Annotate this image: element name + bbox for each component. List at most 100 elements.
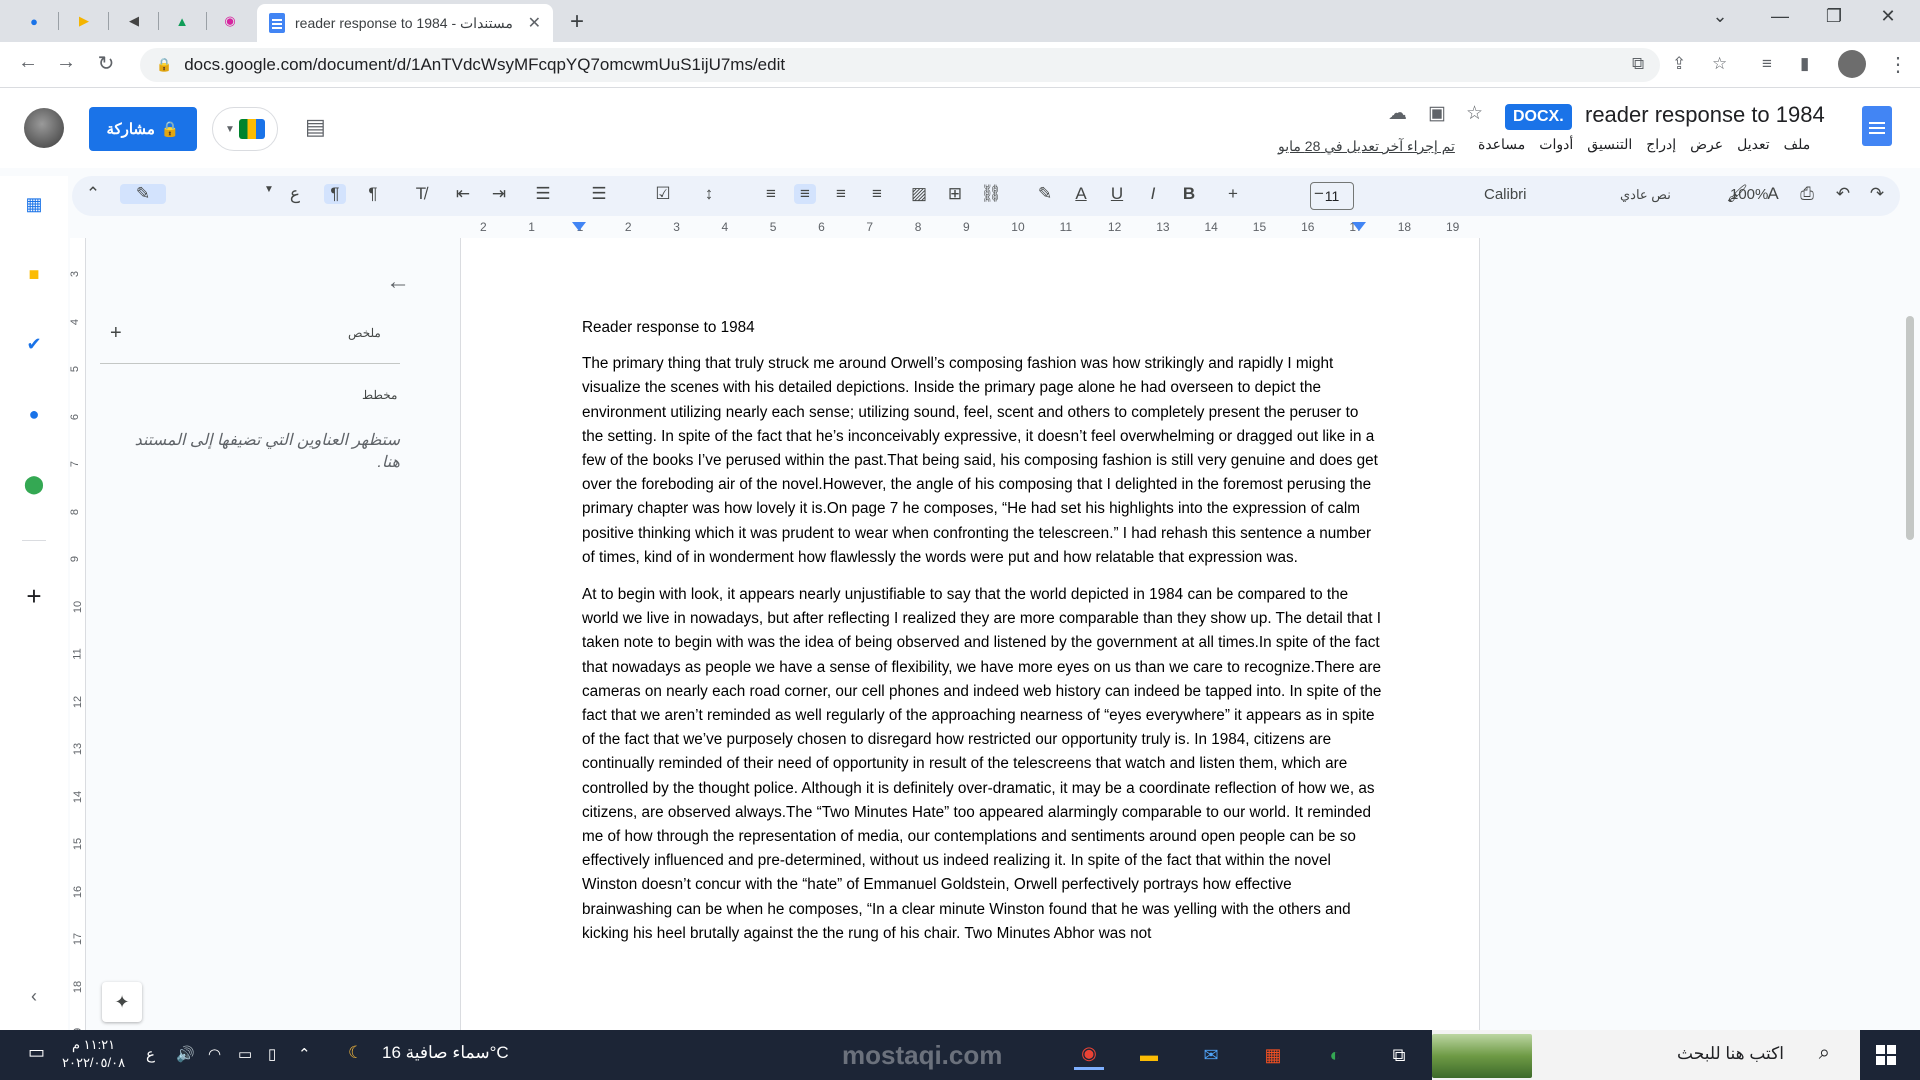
explore-icon[interactable]: ✦ [102, 982, 142, 1022]
google-docs-logo-icon[interactable] [1862, 106, 1892, 146]
microsoft-store-icon[interactable]: ▦ [1258, 1040, 1288, 1070]
volume-icon[interactable]: 🔊 [176, 1045, 195, 1063]
menu-file[interactable]: ملف [1784, 136, 1811, 153]
new-tab-button[interactable]: + [570, 8, 584, 36]
last-edit-link[interactable]: تم إجراء آخر تعديل في 28 مايو [1278, 138, 1455, 155]
contacts-icon[interactable]: ● [20, 400, 48, 428]
rtl-paragraph-icon[interactable]: ¶ [324, 184, 346, 204]
input-tools-icon[interactable]: ع [284, 184, 306, 204]
chevron-down-icon[interactable]: ▼ [258, 184, 280, 195]
vertical-scrollbar[interactable] [1906, 316, 1914, 540]
menu-view[interactable]: عرض [1690, 136, 1723, 153]
tab-search-icon[interactable]: ⌄ [1700, 6, 1740, 27]
chrome-extension-icon[interactable]: ● [22, 9, 46, 33]
battery-icon[interactable]: ▭ [238, 1045, 252, 1063]
meet-button[interactable]: ▼ [212, 107, 278, 151]
edge-icon[interactable]: ◐ [1320, 1040, 1350, 1070]
editing-mode-icon[interactable]: ✎ [120, 184, 166, 204]
browser-menu-icon[interactable]: ⋮ [1888, 52, 1908, 77]
forward-icon[interactable]: → [52, 51, 80, 74]
document-body[interactable]: Reader response to 1984 The primary thin… [582, 316, 1382, 959]
tray-expand-icon[interactable]: ⌃ [298, 1045, 311, 1063]
menu-edit[interactable]: تعديل [1737, 136, 1770, 153]
active-tab[interactable]: reader response to 1984 - مستندات ✕ [257, 4, 553, 42]
minimize-button[interactable]: — [1760, 6, 1800, 27]
insert-link-icon[interactable]: ⛓ [980, 184, 1002, 204]
italic-icon[interactable]: I [1142, 184, 1164, 204]
back-icon[interactable]: ← [14, 51, 42, 74]
lock-icon[interactable]: 🔒 [156, 57, 172, 73]
close-window-button[interactable]: ✕ [1868, 6, 1908, 27]
keyboard-language-indicator[interactable]: ع [146, 1045, 155, 1063]
spellcheck-icon[interactable]: A [1762, 184, 1784, 204]
device-icon[interactable]: ▯ [268, 1045, 276, 1063]
redo-icon[interactable]: ↷ [1866, 184, 1888, 204]
insert-image-icon[interactable]: ▨ [908, 184, 930, 204]
paint-format-icon[interactable]: 🖌 [1726, 184, 1748, 204]
undo-icon[interactable]: ↶ [1832, 184, 1854, 204]
menu-format[interactable]: التنسيق [1587, 136, 1632, 153]
paragraph[interactable]: At to begin with look, it appears nearly… [582, 583, 1382, 946]
numbered-list-icon[interactable]: ☰ [532, 184, 554, 204]
text-color-icon[interactable]: A [1070, 184, 1092, 204]
close-outline-arrow-icon[interactable]: ← [386, 268, 410, 296]
menu-help[interactable]: مساعدة [1478, 136, 1525, 153]
star-icon[interactable]: ☆ [1466, 102, 1483, 125]
underline-icon[interactable]: U [1106, 184, 1128, 204]
vertical-ruler[interactable]: 345678910111213141516171819 [69, 238, 86, 1040]
share-button[interactable]: مشاركة 🔒 [89, 107, 197, 151]
google-drive-icon[interactable]: ▲ [170, 9, 194, 33]
bookmark-star-icon[interactable]: ☆ [1712, 54, 1727, 74]
weather-widget[interactable]: ☾ سماء صافية 16°C [348, 1043, 509, 1063]
account-avatar[interactable] [24, 108, 64, 148]
chevron-up-icon[interactable]: ⌃ [82, 184, 104, 204]
share-page-icon[interactable]: ⇪ [1672, 54, 1686, 74]
clear-formatting-icon[interactable]: T̸ [410, 184, 432, 204]
wifi-icon[interactable]: ◠ [208, 1045, 221, 1063]
document-heading[interactable]: Reader response to 1984 [582, 316, 1382, 340]
decrease-indent-icon[interactable]: ⇤ [452, 184, 474, 204]
system-clock[interactable]: ١١:٢١ م ٢٠٢٢/٠٥/٠٨ [62, 1036, 125, 1072]
collapse-rail-icon[interactable]: ‹ [20, 982, 48, 1010]
google-calendar-icon[interactable]: ▦ [20, 190, 48, 218]
checklist-icon[interactable]: ☑ [652, 184, 674, 204]
reload-icon[interactable]: ↻ [92, 51, 120, 76]
align-justify-icon[interactable]: ≡ [760, 184, 782, 204]
align-center-icon[interactable]: ≡ [830, 184, 852, 204]
ltr-paragraph-icon[interactable]: ¶ [362, 184, 384, 204]
document-page[interactable]: Reader response to 1984 The primary thin… [460, 238, 1480, 1030]
browser-profile-avatar[interactable] [1838, 50, 1866, 78]
horizontal-ruler[interactable]: 2 1 1 2 3 4 5 6 7 8 9 10 11 12 13 14 15 16 17 18 19 [460, 220, 1480, 234]
line-spacing-icon[interactable]: ↕ [698, 184, 720, 204]
increase-font-size-icon[interactable]: + [1222, 184, 1244, 204]
instagram-icon[interactable]: ◉ [218, 9, 242, 33]
close-tab-icon[interactable]: ✕ [528, 13, 541, 33]
right-indent-marker[interactable] [1352, 222, 1366, 231]
menu-tools[interactable]: أدوات [1539, 136, 1573, 153]
menu-insert[interactable]: إدراج [1646, 136, 1676, 153]
address-bar[interactable]: 🔒 docs.google.com/document/d/1AnTVdcWsyM… [140, 48, 1660, 82]
align-right-icon[interactable]: ≡ [866, 184, 888, 204]
audio-icon[interactable]: ◀ [122, 9, 146, 33]
reading-list-icon[interactable]: ≡ [1762, 54, 1772, 74]
comment-history-icon[interactable]: ▤ [305, 114, 326, 140]
restore-button[interactable]: ❐ [1814, 6, 1854, 27]
add-comment-icon[interactable]: ⊞ [944, 184, 966, 204]
google-keep-icon[interactable]: ■ [20, 260, 48, 288]
increase-indent-icon[interactable]: ⇥ [488, 184, 510, 204]
cloud-saved-icon[interactable]: ☁ [1388, 102, 1407, 125]
add-summary-icon[interactable]: + [110, 322, 122, 345]
mail-icon[interactable]: ✉ [1196, 1040, 1226, 1070]
chrome-taskbar-icon[interactable]: ◉ [1074, 1040, 1104, 1070]
side-panel-icon[interactable]: ▮ [1800, 54, 1809, 74]
print-icon[interactable]: ⎙ [1796, 184, 1818, 204]
taskbar-search-box[interactable]: اكتب هنا للبحث ⌕ [1432, 1030, 1860, 1080]
file-explorer-icon[interactable]: ▬ [1134, 1040, 1164, 1070]
windows-start-icon[interactable] [1876, 1045, 1896, 1065]
media-player-icon[interactable]: ▶ [72, 9, 96, 33]
paragraph-style-select[interactable]: نص عادي [1620, 187, 1671, 203]
notifications-icon[interactable]: ▭ [28, 1042, 45, 1063]
decrease-font-size-icon[interactable]: − [1308, 184, 1330, 204]
bulleted-list-icon[interactable]: ☰ [588, 184, 610, 204]
paragraph[interactable]: The primary thing that truly struck me a… [582, 352, 1382, 570]
